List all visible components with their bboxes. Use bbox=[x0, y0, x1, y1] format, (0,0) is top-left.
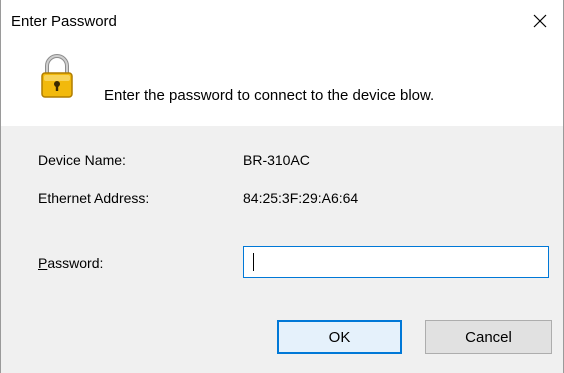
password-label-mnemonic: P bbox=[38, 255, 48, 271]
device-name-label: Device Name: bbox=[38, 152, 126, 168]
window-title: Enter Password bbox=[11, 13, 117, 30]
close-button[interactable] bbox=[523, 6, 557, 36]
lock-icon bbox=[41, 54, 73, 98]
title-bar[interactable]: Enter Password bbox=[1, 0, 563, 42]
cancel-button[interactable]: Cancel bbox=[425, 320, 552, 354]
text-caret bbox=[253, 253, 254, 271]
instruction-text: Enter the password to connect to the dev… bbox=[104, 87, 435, 104]
ok-button[interactable]: OK bbox=[277, 320, 402, 354]
enter-password-dialog: Enter Password Enter the password to con… bbox=[0, 0, 564, 373]
ethernet-address-label: Ethernet Address: bbox=[38, 190, 150, 206]
password-label-text: assword: bbox=[47, 255, 104, 271]
close-icon bbox=[533, 14, 547, 28]
password-label: Password: bbox=[38, 255, 103, 271]
password-input[interactable] bbox=[243, 246, 549, 278]
dialog-header: Enter the password to connect to the dev… bbox=[1, 42, 563, 126]
ethernet-address-value: 84:25:3F:29:A6:64 bbox=[243, 190, 359, 206]
device-name-value: BR-310AC bbox=[243, 152, 310, 168]
